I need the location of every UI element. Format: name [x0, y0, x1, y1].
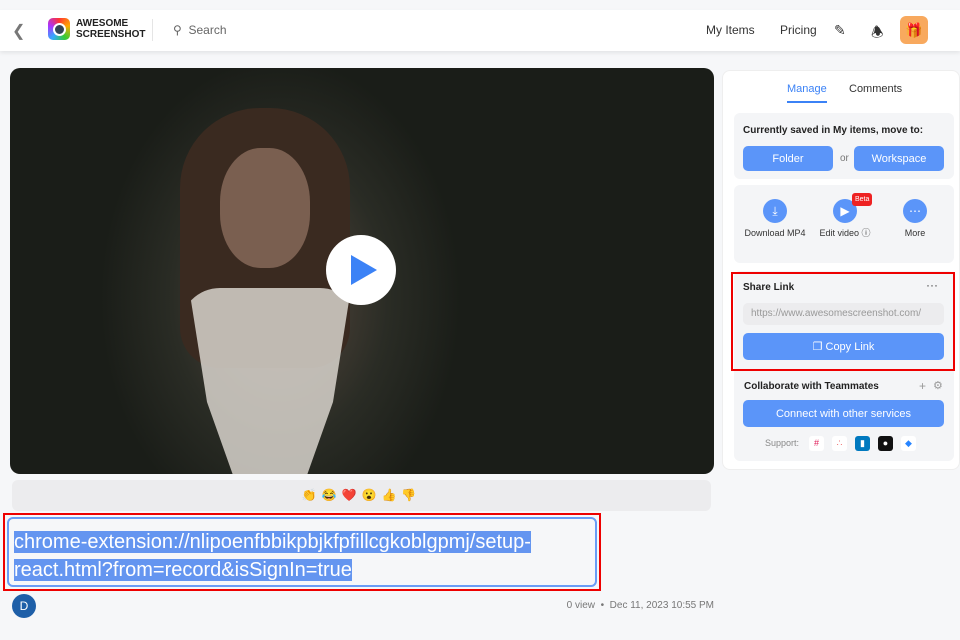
move-label: Currently saved in My items, move to: — [743, 125, 924, 136]
reaction-bar: 👏😂❤️😮👍👎 — [12, 480, 711, 511]
jira-icon[interactable]: ◆ — [901, 436, 916, 451]
edit-video-button[interactable]: ▶ Beta Edit video ⓘ — [810, 193, 880, 239]
search-icon: ⚲ — [173, 23, 182, 37]
back-icon[interactable]: ❮ — [12, 21, 25, 41]
or-label: or — [840, 153, 849, 164]
brand-name[interactable]: AWESOME SCREENSHOT — [76, 18, 145, 40]
reaction-wow[interactable]: 😮 — [362, 488, 382, 502]
reaction-thumbs-down[interactable]: 👎 — [401, 488, 421, 502]
reaction-clap[interactable]: 👏 — [302, 488, 322, 502]
video-meta: 0 view • Dec 11, 2023 10:55 PM — [566, 600, 714, 611]
video-frame-face — [220, 148, 310, 268]
avatar[interactable]: D — [12, 594, 36, 618]
trello-icon[interactable]: ▮ — [855, 436, 870, 451]
tab-comments[interactable]: Comments — [849, 83, 902, 95]
collab-title: Collaborate with Teammates — [744, 381, 879, 392]
divider — [152, 19, 153, 41]
logo-icon[interactable] — [48, 18, 70, 40]
more-button[interactable]: ⋯ More — [880, 199, 950, 239]
share-highlight-box — [731, 272, 955, 371]
bell-icon[interactable]: 🕭 — [871, 22, 884, 46]
nav-my-items[interactable]: My Items — [706, 23, 755, 37]
tab-manage[interactable]: Manage — [787, 83, 827, 103]
reaction-thumbs-up[interactable]: 👍 — [381, 488, 401, 502]
workspace-button[interactable]: Workspace — [854, 146, 944, 171]
connect-services-button[interactable]: Connect with other services — [743, 400, 944, 427]
slack-icon[interactable]: # — [809, 436, 824, 451]
feedback-icon[interactable]: ✎ — [834, 22, 846, 39]
actions-card: ⤓ Download MP4 ▶ Beta Edit video ⓘ ⋯ More — [734, 185, 954, 263]
play-icon — [351, 255, 377, 285]
reaction-laugh[interactable]: 😂 — [322, 488, 342, 502]
video-player[interactable] — [10, 68, 714, 474]
play-button[interactable] — [326, 235, 396, 305]
move-card: Currently saved in My items, move to: Fo… — [734, 113, 954, 179]
folder-button[interactable]: Folder — [743, 146, 833, 171]
support-label: Support: — [765, 438, 800, 448]
download-icon: ⤓ — [763, 199, 787, 223]
nav-pricing[interactable]: Pricing — [780, 23, 817, 37]
video-frame-dress — [189, 288, 351, 474]
title-input[interactable]: chrome-extension://nlipoenfbbikpbjkfpfil… — [7, 517, 597, 587]
gear-icon[interactable]: ⚙ — [933, 379, 943, 392]
download-mp4-button[interactable]: ⤓ Download MP4 — [740, 199, 810, 239]
highlight-box: chrome-extension://nlipoenfbbikpbjkfpfil… — [3, 513, 601, 591]
browser-strip — [0, 0, 960, 10]
side-panel: Manage Comments Currently saved in My it… — [722, 70, 960, 470]
github-icon[interactable]: ● — [878, 436, 893, 451]
top-header: ❮ AWESOME SCREENSHOT ⚲ Search My Items Pr… — [0, 10, 960, 51]
asana-icon[interactable]: ∴ — [832, 436, 847, 451]
reaction-heart[interactable]: ❤️ — [342, 488, 362, 502]
add-icon[interactable]: + — [919, 379, 926, 393]
search-input[interactable]: ⚲ Search — [173, 23, 227, 37]
more-icon: ⋯ — [903, 199, 927, 223]
beta-badge: Beta — [852, 193, 873, 206]
title-text: chrome-extension://nlipoenfbbikpbjkfpfil… — [14, 531, 531, 581]
gift-icon[interactable]: 🎁 — [900, 16, 928, 44]
